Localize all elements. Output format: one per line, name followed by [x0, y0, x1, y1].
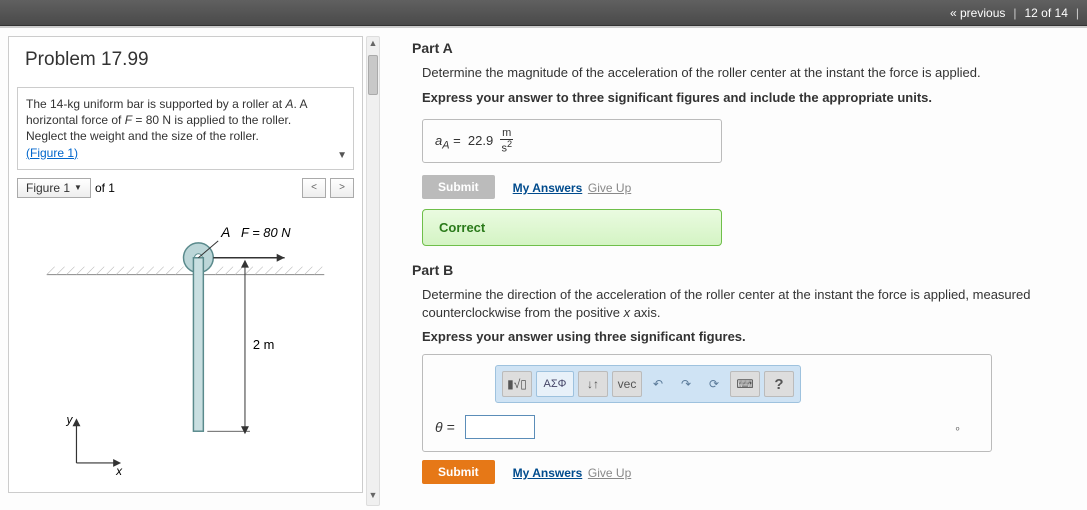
part-a-buttons: Submit My Answers Give Up [422, 175, 1067, 199]
part-b-heading: Part B [412, 262, 1067, 278]
part-b-q1: Determine the direction of the accelerat… [422, 287, 1030, 320]
part-a-question: Determine the magnitude of the accelerat… [422, 64, 1067, 82]
equation-toolbar: ▮√▯ ΑΣΦ ↓↑ vec ↶ ↷ ⟳ ⌨ ? [495, 365, 801, 403]
undo-button[interactable]: ↶ [646, 371, 670, 397]
part-b-buttons: Submit My Answers Give Up [422, 460, 1067, 484]
scrollbar[interactable]: ▲ ▼ [366, 36, 380, 506]
figure-next-button[interactable]: > [330, 178, 354, 198]
figure-link[interactable]: (Figure 1) [26, 146, 78, 160]
nav-separator: | [1013, 6, 1016, 20]
answer-value: 22.9 [468, 132, 493, 147]
help-button[interactable]: ? [764, 371, 794, 397]
right-column: Part A Determine the magnitude of the ac… [382, 28, 1087, 510]
part-a-instruction: Express your answer to three significant… [422, 90, 1067, 105]
scroll-down-icon[interactable]: ▼ [367, 490, 379, 504]
top-nav-bar: « previous | 12 of 14 | [0, 0, 1087, 26]
problem-panel: Problem 17.99 The 14-kg uniform bar is s… [8, 36, 363, 493]
part-b-instruction: Express your answer using three signific… [422, 329, 1067, 344]
previous-link[interactable]: « previous [950, 6, 1005, 20]
theta-label: θ = [435, 419, 455, 435]
my-answers-link-a[interactable]: My Answers [513, 181, 583, 195]
reset-button[interactable]: ⟳ [702, 371, 726, 397]
scroll-up-icon[interactable]: ▲ [367, 38, 379, 52]
nav-separator-2: | [1076, 6, 1079, 20]
figure-select-label: Figure 1 [26, 181, 70, 195]
correct-feedback: Correct [422, 209, 722, 246]
keyboard-button[interactable]: ⌨ [730, 371, 760, 397]
figure-toolbar: Figure 1 ▼ of 1 < > [17, 178, 354, 198]
unit-denom: s2 [500, 140, 513, 155]
left-column: Problem 17.99 The 14-kg uniform bar is s… [0, 28, 382, 510]
part-a-heading: Part A [412, 40, 1067, 56]
svg-text:F = 80 N: F = 80 N [241, 225, 291, 240]
svg-text:y: y [66, 412, 74, 426]
problem-title: Problem 17.99 [9, 37, 362, 85]
figure-prev-button[interactable]: < [302, 178, 326, 198]
part-b-q2: axis. [630, 305, 660, 320]
degree-unit: ∘ [954, 422, 961, 435]
answer-eq: = [449, 132, 464, 147]
figure-of-label: of 1 [95, 181, 115, 195]
svg-text:x: x [115, 464, 123, 478]
svg-text:A: A [220, 224, 230, 240]
equation-row: θ = [435, 415, 979, 439]
part-a-answer-box: aA = 22.9 m s2 [422, 119, 722, 164]
my-answers-link-b[interactable]: My Answers [513, 466, 583, 480]
give-up-link-b[interactable]: Give Up [588, 466, 631, 480]
position-indicator: 12 of 14 [1025, 6, 1068, 20]
desc-text-1: The 14-kg uniform bar is supported by a … [26, 97, 285, 111]
submit-button-b[interactable]: Submit [422, 460, 495, 484]
dropdown-icon[interactable]: ▼ [337, 149, 347, 163]
desc-var-F: F [125, 113, 132, 127]
theta-input[interactable] [465, 415, 535, 439]
template-button[interactable]: ▮√▯ [502, 371, 532, 397]
redo-button[interactable]: ↷ [674, 371, 698, 397]
main-area: Problem 17.99 The 14-kg uniform bar is s… [0, 26, 1087, 510]
problem-description[interactable]: The 14-kg uniform bar is supported by a … [17, 87, 354, 170]
subscript-button[interactable]: ↓↑ [578, 371, 608, 397]
vec-button[interactable]: vec [612, 371, 642, 397]
greek-button[interactable]: ΑΣΦ [536, 371, 574, 397]
figure-image: A F = 80 N 2 m y [17, 204, 354, 484]
answer-units: m s2 [500, 128, 513, 155]
chevron-down-icon: ▼ [74, 183, 82, 192]
part-b-input-panel: ▮√▯ ΑΣΦ ↓↑ vec ↶ ↷ ⟳ ⌨ ? θ = ∘ [422, 354, 992, 452]
figure-select[interactable]: Figure 1 ▼ [17, 178, 91, 198]
scrollbar-thumb[interactable] [368, 55, 378, 95]
svg-text:2 m: 2 m [253, 337, 274, 352]
submit-button-a[interactable]: Submit [422, 175, 495, 199]
give-up-link-a[interactable]: Give Up [588, 181, 631, 195]
part-b-question: Determine the direction of the accelerat… [422, 286, 1067, 321]
